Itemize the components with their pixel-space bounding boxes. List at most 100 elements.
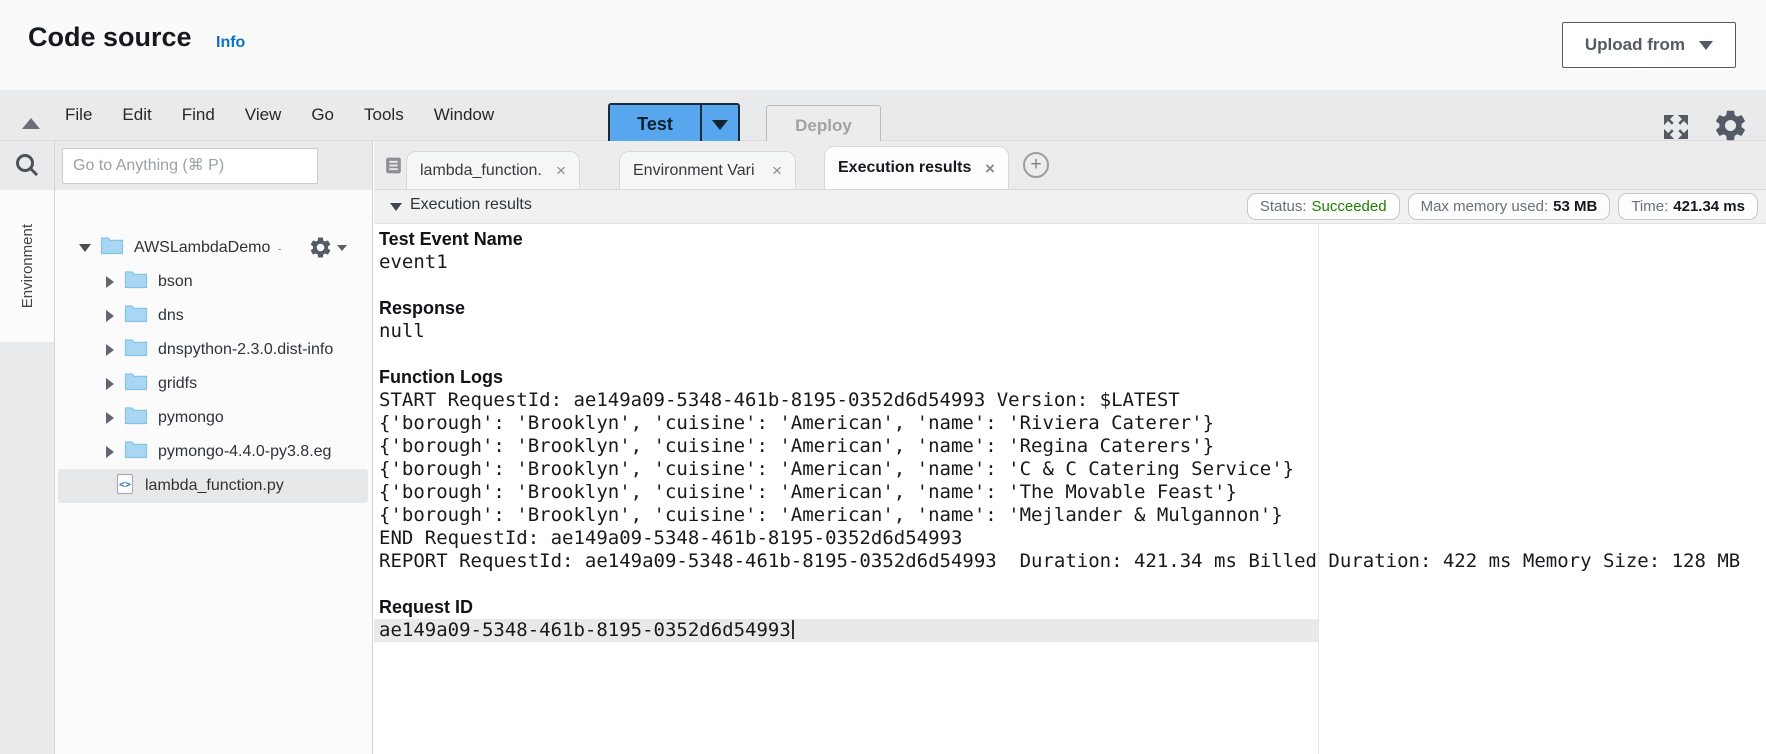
- chevron-down-icon: [1699, 41, 1713, 50]
- tree-file-selected[interactable]: <>lambda_function.py: [58, 469, 368, 503]
- root-folder-label: AWSLambdaDemo: [134, 239, 270, 257]
- chevron-down-icon: [712, 120, 728, 130]
- caret-right-icon[interactable]: [106, 446, 114, 458]
- text-cursor: [792, 620, 794, 639]
- tab-environment-vari[interactable]: Environment Vari ×: [619, 151, 796, 189]
- log-section-heading: Request ID: [374, 596, 1766, 619]
- log-blank-line: [374, 573, 1766, 596]
- sidebar-tab-environment[interactable]: Environment: [0, 190, 54, 342]
- caret-down-icon[interactable]: [79, 244, 91, 252]
- log-line: {'borough': 'Brooklyn', 'cuisine': 'Amer…: [374, 458, 1766, 481]
- close-icon[interactable]: ×: [556, 162, 566, 179]
- caret-right-icon[interactable]: [106, 310, 114, 322]
- folder-icon: [124, 406, 148, 430]
- execution-results-title: Execution results: [410, 196, 532, 214]
- collapse-panel-icon[interactable]: [22, 118, 40, 129]
- log-line: {'borough': 'Brooklyn', 'cuisine': 'Amer…: [374, 481, 1766, 504]
- menu-list: FileEditFindViewGoToolsWindow: [50, 90, 509, 140]
- search-icon[interactable]: [13, 151, 41, 184]
- log-line: {'borough': 'Brooklyn', 'cuisine': 'Amer…: [374, 504, 1766, 527]
- test-dropdown-button[interactable]: [700, 105, 738, 144]
- lambda-code-source-screen: Code source Info Upload from FileEditFin…: [0, 0, 1766, 754]
- badge-time: Time:421.34 ms: [1618, 193, 1758, 220]
- page-header: Code source Info Upload from: [0, 0, 1766, 90]
- folder-icon: [124, 440, 148, 464]
- folder-label: bson: [158, 273, 193, 291]
- execution-results-header: Execution results Status: Succeeded Max me…: [374, 190, 1766, 224]
- print-margin-ruler: [1318, 224, 1319, 754]
- goto-anything-row: [55, 141, 372, 190]
- caret-right-icon[interactable]: [106, 412, 114, 424]
- tree-folder-pymongo-4.4.0-py3.8.eg[interactable]: pymongo-4.4.0-py3.8.eg: [55, 435, 371, 469]
- menu-view[interactable]: View: [230, 105, 297, 125]
- folder-label: dnspython-2.3.0.dist-info: [158, 341, 333, 359]
- chevron-down-icon: [337, 245, 347, 251]
- log-line: START RequestId: ae149a09-5348-461b-8195…: [374, 389, 1766, 412]
- page-title: Code source: [28, 22, 192, 53]
- menu-window[interactable]: Window: [419, 105, 509, 125]
- folder-label: gridfs: [158, 375, 197, 393]
- tab-label: Environment Vari: [633, 162, 764, 180]
- folder-icon: [124, 270, 148, 294]
- tree-settings-button[interactable]: [308, 235, 347, 260]
- log-line: null: [374, 320, 1766, 343]
- request-id-value: ae149a09-5348-461b-8195-0352d6d54993: [374, 619, 1318, 642]
- file-label: lambda_function.py: [145, 477, 284, 495]
- tab-bar: lambda_function.×Environment Vari×Execut…: [374, 141, 1766, 190]
- goto-anything-input[interactable]: [62, 148, 318, 184]
- tab-execution-results[interactable]: Execution results ×: [824, 146, 1009, 189]
- log-line: {'borough': 'Brooklyn', 'cuisine': 'Amer…: [374, 412, 1766, 435]
- tree-folder-bson[interactable]: bson: [55, 265, 371, 299]
- tab-label: Execution results: [838, 159, 977, 177]
- tree-root-folder[interactable]: AWSLambdaDemo-: [55, 231, 371, 265]
- menu-go[interactable]: Go: [296, 105, 349, 125]
- tree-folder-dnspython-2.3.0.dist-info[interactable]: dnspython-2.3.0.dist-info: [55, 333, 371, 367]
- badge-value: 53 MB: [1553, 198, 1597, 215]
- info-link[interactable]: Info: [216, 34, 245, 52]
- menu-tools[interactable]: Tools: [349, 105, 419, 125]
- log-line: {'borough': 'Brooklyn', 'cuisine': 'Amer…: [374, 435, 1766, 458]
- environment-tab-label: Environment: [19, 224, 36, 308]
- close-icon[interactable]: ×: [985, 160, 995, 177]
- test-split-button[interactable]: Test: [608, 103, 740, 146]
- badge-label: Max memory used:: [1421, 198, 1549, 215]
- upload-from-button[interactable]: Upload from: [1562, 22, 1736, 68]
- test-button[interactable]: Test: [610, 105, 700, 144]
- log-blank-line: [374, 274, 1766, 297]
- badge-value: Succeeded: [1312, 198, 1387, 215]
- tree-folder-dns[interactable]: dns: [55, 299, 371, 333]
- menu-find[interactable]: Find: [167, 105, 230, 125]
- tree-folder-gridfs[interactable]: gridfs: [55, 367, 371, 401]
- log-line: event1: [374, 251, 1766, 274]
- folder-label: pymongo: [158, 409, 224, 427]
- log-line: REPORT RequestId: ae149a09-5348-461b-819…: [374, 550, 1766, 573]
- execution-results-output[interactable]: Test Event Nameevent1ResponsenullFunctio…: [374, 224, 1766, 754]
- root-dash: -: [277, 241, 281, 256]
- badge-label: Time:: [1631, 198, 1668, 215]
- close-icon[interactable]: ×: [772, 162, 782, 179]
- menu-file[interactable]: File: [50, 105, 107, 125]
- badge-status: Status: Succeeded: [1247, 193, 1400, 220]
- tab-lambda-function-[interactable]: lambda_function. ×: [406, 151, 580, 189]
- badge-label: Status:: [1260, 198, 1307, 215]
- log-blank-line: [374, 343, 1766, 366]
- caret-right-icon[interactable]: [106, 378, 114, 390]
- tab-list-icon[interactable]: [383, 155, 404, 181]
- plus-icon: +: [1030, 154, 1041, 176]
- new-tab-button[interactable]: +: [1023, 152, 1049, 178]
- editor-pane: lambda_function.×Environment Vari×Execut…: [374, 141, 1766, 754]
- collapse-section-icon[interactable]: [390, 203, 402, 211]
- log-section-heading: Function Logs: [374, 366, 1766, 389]
- folder-icon: [124, 372, 148, 396]
- log-section-heading: Test Event Name: [374, 228, 1766, 251]
- caret-right-icon[interactable]: [106, 344, 114, 356]
- file-explorer-panel: AWSLambdaDemo-bsondnsdnspython-2.3.0.dis…: [55, 141, 373, 754]
- log-line: END RequestId: ae149a09-5348-461b-8195-0…: [374, 527, 1766, 550]
- folder-label: pymongo-4.4.0-py3.8.eg: [158, 443, 331, 461]
- tree-folder-pymongo[interactable]: pymongo: [55, 401, 371, 435]
- caret-right-icon[interactable]: [106, 276, 114, 288]
- file-tree: AWSLambdaDemo-bsondnsdnspython-2.3.0.dis…: [55, 190, 371, 503]
- menu-edit[interactable]: Edit: [107, 105, 166, 125]
- tab-label: lambda_function.: [420, 162, 548, 180]
- badge-max-memory-used: Max memory used:53 MB: [1408, 193, 1611, 220]
